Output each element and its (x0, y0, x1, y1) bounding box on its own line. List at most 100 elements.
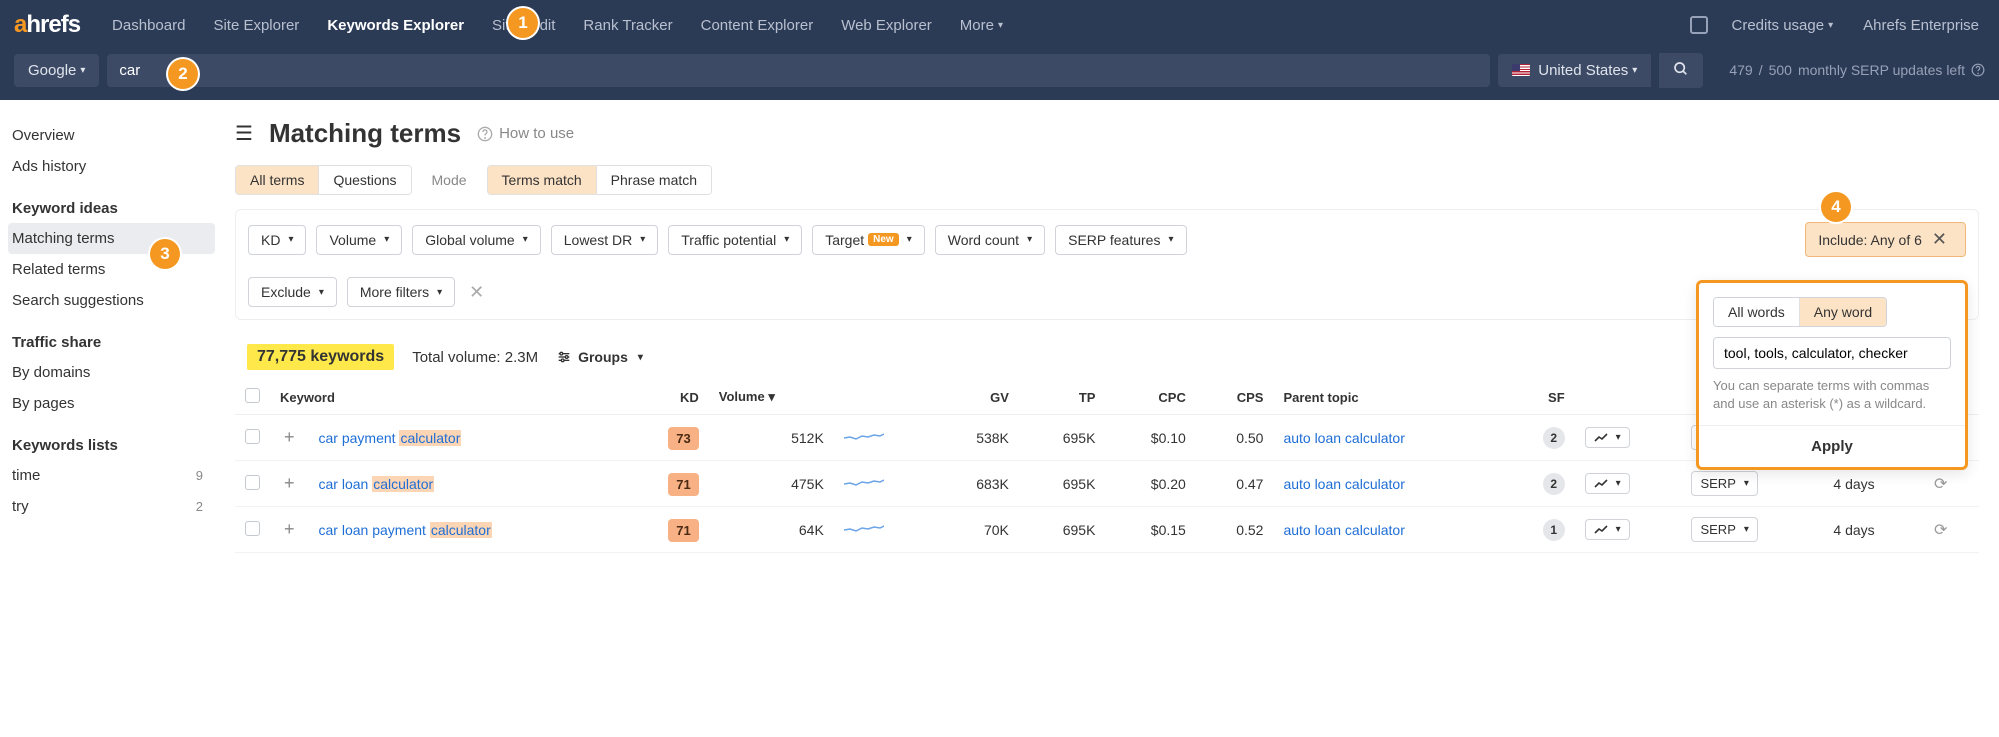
chevron-down-icon: ▾ (384, 234, 389, 245)
filter-global-volume[interactable]: Global volume▾ (412, 225, 541, 255)
row-checkbox[interactable] (245, 429, 260, 444)
row-checkbox[interactable] (245, 475, 260, 490)
col-gv[interactable]: GV (932, 380, 1019, 415)
expand-icon[interactable]: + (280, 519, 299, 539)
nav-rank-tracker[interactable]: Rank Tracker (569, 0, 686, 50)
nav-web-explorer[interactable]: Web Explorer (827, 0, 946, 50)
sf-count[interactable]: 2 (1543, 473, 1565, 495)
col-volume[interactable]: Volume ▾ (709, 380, 834, 415)
filter-kd[interactable]: KD▾ (248, 225, 306, 255)
sidebar-ads-history[interactable]: Ads history (12, 151, 215, 182)
col-cpc[interactable]: CPC (1105, 380, 1195, 415)
include-terms-input[interactable] (1713, 337, 1951, 369)
filter-exclude[interactable]: Exclude▾ (248, 277, 337, 307)
logo[interactable]: ahrefs (14, 11, 80, 39)
filter-volume[interactable]: Volume▾ (316, 225, 402, 255)
serp-button[interactable]: SERP ▾ (1691, 517, 1757, 542)
keyword-search-input[interactable] (107, 54, 1490, 87)
search-button[interactable] (1659, 53, 1703, 88)
col-cps[interactable]: CPS (1196, 380, 1274, 415)
filter-target[interactable]: TargetNew▾ (812, 225, 925, 255)
sidebar-toggle-icon[interactable]: ☰ (235, 121, 253, 146)
filter-lowest-dr[interactable]: Lowest DR▾ (551, 225, 659, 255)
nav-keywords-explorer[interactable]: Keywords Explorer (313, 0, 478, 50)
sf-count[interactable]: 2 (1543, 427, 1565, 449)
trend-button[interactable]: ▾ (1585, 519, 1630, 540)
refresh-icon[interactable]: ⟳ (1934, 476, 1947, 493)
clear-filters-icon[interactable]: ✕ (465, 282, 488, 303)
annotation-3: 3 (150, 239, 180, 269)
nav-more[interactable]: More▾ (946, 0, 1017, 50)
filter-traffic-potential[interactable]: Traffic potential▾ (668, 225, 802, 255)
how-to-use-link[interactable]: How to use (477, 125, 574, 142)
page-title: Matching terms (269, 118, 461, 149)
col-tp[interactable]: TP (1019, 380, 1106, 415)
sidebar-list-time[interactable]: time9 (12, 460, 215, 491)
filter-word-count[interactable]: Word count▾ (935, 225, 1045, 255)
table-row: + car loan payment calculator 71 64K 70K… (235, 507, 1979, 553)
cpc-value: $0.15 (1105, 507, 1195, 553)
trend-icon (1594, 433, 1608, 443)
filter-serp-features[interactable]: SERP features▾ (1055, 225, 1186, 255)
filter-more[interactable]: More filters▾ (347, 277, 455, 307)
sf-count[interactable]: 1 (1543, 519, 1565, 541)
keyword-link[interactable]: car payment calculator (319, 430, 462, 446)
sort-desc-icon: ▾ (768, 389, 775, 404)
toggle-terms-match[interactable]: Terms match (488, 166, 597, 194)
expand-icon[interactable]: + (280, 427, 299, 447)
trend-button[interactable]: ▾ (1585, 427, 1630, 448)
sidebar-matching-terms[interactable]: Matching terms (8, 223, 215, 254)
col-parent[interactable]: Parent topic (1273, 380, 1505, 415)
country-select[interactable]: United States▾ (1498, 54, 1651, 87)
toggle-any-word[interactable]: Any word (1800, 298, 1886, 326)
parent-topic-link[interactable]: auto loan calculator (1283, 476, 1404, 492)
match-mode-toggle: Terms match Phrase match (487, 165, 713, 195)
tp-value: 695K (1019, 507, 1106, 553)
toggle-phrase-match[interactable]: Phrase match (597, 166, 711, 194)
row-checkbox[interactable] (245, 521, 260, 536)
sidebar-by-pages[interactable]: By pages (12, 388, 215, 419)
col-keyword[interactable]: Keyword (270, 380, 626, 415)
select-all-checkbox[interactable] (245, 388, 260, 403)
expand-icon[interactable]: + (280, 473, 299, 493)
nav-dashboard[interactable]: Dashboard (98, 0, 199, 50)
toggle-questions[interactable]: Questions (319, 166, 410, 194)
nav-credits[interactable]: Credits usage▾ (1726, 0, 1840, 50)
col-kd[interactable]: KD (626, 380, 709, 415)
search-icon (1673, 61, 1689, 77)
nav-site-explorer[interactable]: Site Explorer (199, 0, 313, 50)
parent-topic-link[interactable]: auto loan calculator (1283, 522, 1404, 538)
list-name: time (12, 467, 40, 484)
list-count: 2 (196, 499, 203, 514)
col-sf[interactable]: SF (1506, 380, 1575, 415)
toggle-all-terms[interactable]: All terms (236, 166, 319, 194)
search-engine-select[interactable]: Google▾ (14, 54, 99, 87)
include-apply-button[interactable]: Apply (1699, 425, 1965, 467)
sidebar-list-try[interactable]: try 2 (12, 491, 215, 522)
trend-button[interactable]: ▾ (1585, 473, 1630, 494)
nav-enterprise[interactable]: Ahrefs Enterprise (1857, 0, 1985, 50)
how-to-label: How to use (499, 125, 574, 142)
list-name: try (12, 498, 29, 515)
include-mode-toggle: All words Any word (1713, 297, 1887, 327)
chevron-down-icon: ▾ (1744, 478, 1749, 489)
sidebar-related-terms[interactable]: Related terms (12, 254, 215, 285)
chevron-down-icon: ▾ (907, 234, 912, 245)
logo-a: a (14, 11, 26, 38)
nav-content-explorer[interactable]: Content Explorer (687, 0, 828, 50)
serp-button[interactable]: SERP ▾ (1691, 471, 1757, 496)
appearance-icon[interactable] (1690, 16, 1708, 34)
sidebar-by-domains[interactable]: By domains (12, 357, 215, 388)
filter-include[interactable]: Include: Any of 6✕ (1805, 222, 1966, 257)
chevron-down-icon: ▾ (437, 287, 442, 298)
groups-button[interactable]: Groups▾ (556, 349, 643, 365)
parent-topic-link[interactable]: auto loan calculator (1283, 430, 1404, 446)
keyword-link[interactable]: car loan payment calculator (319, 522, 492, 538)
refresh-icon[interactable]: ⟳ (1934, 522, 1947, 539)
toggle-all-words[interactable]: All words (1714, 298, 1800, 326)
keyword-link[interactable]: car loan calculator (319, 476, 435, 492)
help-icon[interactable] (1971, 63, 1985, 77)
close-icon[interactable]: ✕ (1926, 229, 1953, 250)
sidebar-overview[interactable]: Overview (12, 120, 215, 151)
sidebar-search-suggestions[interactable]: Search suggestions (12, 285, 215, 316)
